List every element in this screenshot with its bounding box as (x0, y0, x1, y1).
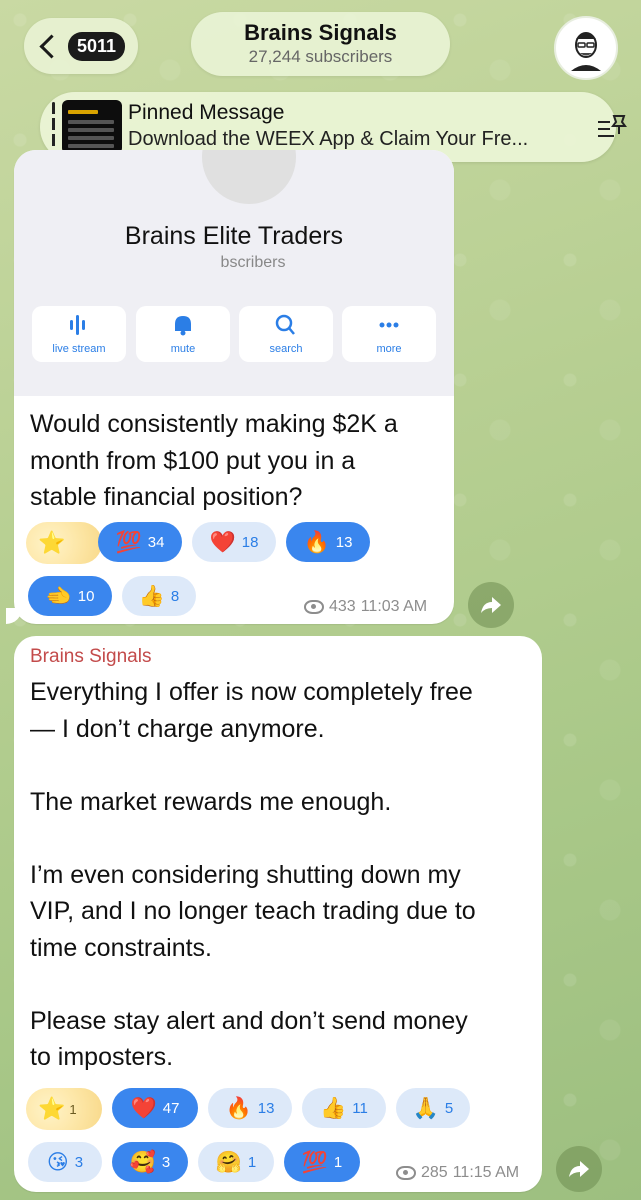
reaction-kiss[interactable]: 😘 3 (28, 1142, 102, 1182)
reaction-smiling-hearts[interactable]: 🥰 3 (112, 1142, 188, 1182)
mute-label: mute (170, 343, 196, 355)
preview-channel-name: Brains Elite Traders (124, 222, 344, 250)
message-time: 11:03 AM (360, 598, 428, 615)
reaction-star[interactable]: ⭐ 1 (26, 1088, 102, 1130)
channel-header[interactable]: Brains Signals 27,244 subscribers (191, 12, 450, 76)
search-button[interactable]: search (239, 306, 333, 362)
reaction-count: 1 (69, 1101, 77, 1117)
channel-avatar[interactable] (554, 16, 618, 80)
reaction-count: 47 (162, 1099, 180, 1117)
sender-name: Brains Signals (30, 646, 152, 667)
message-bubble-1[interactable]: Brains Elite Traders bscribers live stre… (14, 150, 454, 624)
search-icon (275, 314, 295, 335)
fire-icon: 🔥 (225, 1096, 252, 1120)
channel-preview-card[interactable]: Brains Elite Traders bscribers live stre… (14, 150, 454, 396)
reaction-count: 5 (444, 1099, 454, 1117)
reaction-count: 34 (147, 533, 165, 551)
pinned-thumbnail (62, 100, 122, 154)
back-button[interactable]: 5011 (24, 18, 138, 74)
hundred-icon: 💯 (301, 1150, 328, 1174)
pinned-indicator (52, 102, 55, 152)
smiling-hearts-icon: 🥰 (129, 1150, 156, 1174)
channel-title: Brains Signals (244, 20, 397, 45)
live-stream-label: live stream (52, 343, 106, 355)
star-icon: ⭐ (38, 1096, 66, 1121)
hundred-icon: 💯 (115, 530, 142, 554)
more-button[interactable]: more (342, 306, 436, 362)
reaction-hundred[interactable]: 💯 34 (98, 522, 182, 562)
reaction-count: 3 (161, 1153, 171, 1171)
forward-button[interactable] (468, 582, 514, 628)
search-label: search (269, 343, 303, 355)
mute-button[interactable]: mute (136, 306, 230, 362)
share-arrow-icon (481, 597, 501, 613)
view-count: 433 (329, 598, 356, 615)
share-arrow-icon (569, 1161, 589, 1177)
praying-hands-icon: 🙏 (412, 1096, 439, 1120)
hugging-face-icon: 🤗 (215, 1150, 242, 1174)
more-label: more (376, 343, 402, 355)
reaction-thumbs-up[interactable]: 👍 11 (302, 1088, 386, 1128)
reaction-count: 11 (352, 1099, 368, 1117)
message-bubble-2[interactable]: Brains Signals Everything I offer is now… (14, 636, 542, 1192)
unread-count-badge: 5011 (67, 31, 126, 61)
star-icon: ⭐ (38, 530, 66, 555)
reaction-heart[interactable]: ❤️ 47 (112, 1088, 198, 1128)
avatar-portrait-icon (571, 32, 601, 71)
reaction-fire[interactable]: 🔥 13 (286, 522, 370, 562)
pinned-title: Pinned Message (128, 101, 285, 124)
reaction-count: 18 (241, 533, 259, 551)
bell-icon (175, 316, 191, 336)
thumbs-up-icon: 👍 (138, 584, 165, 608)
chevron-left-icon (39, 33, 64, 59)
reaction-hug[interactable]: 🤗 1 (198, 1142, 274, 1182)
views-eye-icon (396, 1166, 416, 1180)
message-meta: 433 11:03 AM (304, 598, 427, 616)
message-text: Everything I offer is now completely fre… (30, 678, 476, 1071)
reaction-count: 13 (257, 1099, 275, 1117)
pointing-hand-icon: 🫲 (45, 584, 72, 608)
reaction-heart[interactable]: ❤️ 18 (192, 522, 276, 562)
pin-list-icon[interactable] (596, 112, 628, 142)
live-stream-button[interactable]: live stream (32, 306, 126, 362)
pinned-preview-text: Download the WEEX App & Claim Your Fre..… (128, 128, 529, 150)
views-eye-icon (304, 600, 324, 614)
reaction-count: 8 (170, 587, 180, 605)
forward-button[interactable] (556, 1146, 602, 1192)
message-text: Would consistently making $2K a month fr… (30, 410, 398, 511)
more-dots-icon (379, 322, 399, 328)
heart-icon: ❤️ (130, 1096, 157, 1120)
fire-icon: 🔥 (303, 530, 330, 554)
preview-avatar (202, 150, 296, 204)
reaction-hundred[interactable]: 💯 1 (284, 1142, 360, 1182)
reaction-count: 10 (77, 587, 95, 605)
message-meta: 285 11:15 AM (396, 1164, 519, 1182)
message-time: 11:15 AM (452, 1164, 520, 1181)
bubble-tail (6, 608, 22, 624)
reaction-count: 1 (247, 1153, 257, 1171)
heart-icon: ❤️ (209, 530, 236, 554)
reaction-count: 1 (333, 1153, 343, 1171)
preview-subscribers: bscribers (220, 254, 286, 271)
view-count: 285 (421, 1164, 448, 1181)
reaction-thumbs-up[interactable]: 👍 8 (122, 576, 196, 616)
reaction-count: 3 (74, 1153, 84, 1171)
reaction-star[interactable]: ⭐ (26, 522, 102, 564)
reaction-count: 13 (335, 533, 353, 551)
kiss-face-icon: 😘 (46, 1150, 69, 1174)
reaction-praying-hands[interactable]: 🙏 5 (396, 1088, 470, 1128)
reaction-pointing-hand[interactable]: 🫲 10 (28, 576, 112, 616)
waveform-icon (70, 315, 85, 335)
reaction-fire[interactable]: 🔥 13 (208, 1088, 292, 1128)
subscriber-count: 27,244 subscribers (248, 47, 393, 66)
thumbs-up-icon: 👍 (320, 1096, 347, 1120)
